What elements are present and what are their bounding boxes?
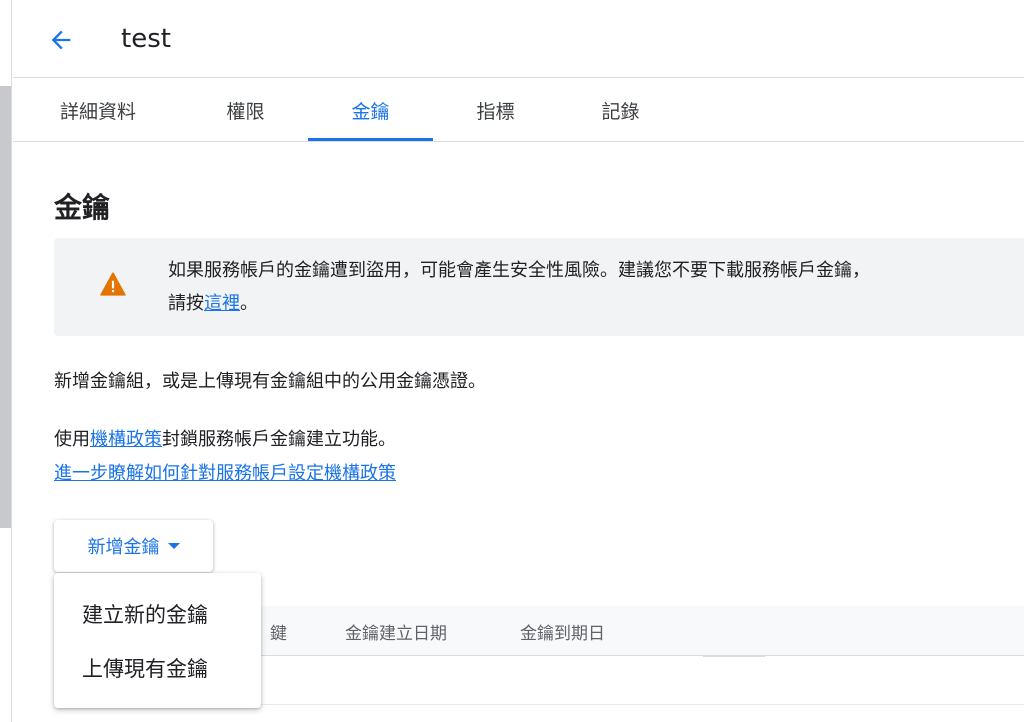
menu-item-create-new-key[interactable]: 建立新的金鑰 <box>54 587 261 641</box>
arrow-back-icon <box>51 30 71 50</box>
here-link[interactable]: 這裡 <box>204 293 240 314</box>
tab-permissions[interactable]: 權限 <box>193 78 298 142</box>
org-policy-text: 使用機構政策封鎖服務帳戶金鑰建立功能。 <box>54 426 396 454</box>
learn-more-link[interactable]: 進一步瞭解如何針對服務帳戶設定機構政策 <box>54 463 396 484</box>
warning-text-line2: 請按這裡。 <box>168 288 258 320</box>
scrollbar-thumb[interactable] <box>0 86 11 528</box>
tab-bar: 詳細資料 權限 金鑰 指標 記錄 <box>13 78 1024 142</box>
learn-more-wrapper: 進一步瞭解如何針對服務帳戶設定機構政策 <box>54 460 396 488</box>
section-title: 金鑰 <box>54 191 111 224</box>
add-key-menu: 建立新的金鑰 上傳現有金鑰 <box>54 573 261 708</box>
warning-text-line1: 如果服務帳戶的金鑰遭到盜用，可能會產生安全性風險。建議您不要下載服務帳戶金鑰， <box>168 260 870 281</box>
page-title: test <box>121 24 171 54</box>
warning-prefix: 請按 <box>168 293 204 314</box>
tab-logs[interactable]: 記錄 <box>568 78 673 142</box>
org-policy-suffix: 封鎖服務帳戶金鑰建立功能。 <box>162 429 396 450</box>
warning-banner <box>54 238 1024 336</box>
menu-item-upload-existing-key[interactable]: 上傳現有金鑰 <box>54 641 261 695</box>
add-key-button[interactable]: 新增金鑰 <box>54 520 213 572</box>
keys-description: 新增金鑰組，或是上傳現有金鑰組中的公用金鑰憑證。 <box>54 371 486 392</box>
column-header-created[interactable]: 金鑰建立日期 <box>345 606 447 656</box>
org-policy-link[interactable]: 機構政策 <box>90 429 162 450</box>
warning-suffix: 。 <box>240 293 258 314</box>
tab-metrics[interactable]: 指標 <box>443 78 548 142</box>
page-header: test <box>13 0 1024 78</box>
dropdown-caret-icon <box>167 543 180 549</box>
add-key-label: 新增金鑰 <box>87 537 160 558</box>
tab-keys[interactable]: 金鑰 <box>308 78 433 142</box>
warning-icon <box>100 272 126 296</box>
left-gutter <box>0 0 12 722</box>
column-header-expires[interactable]: 金鑰到期日 <box>520 606 605 656</box>
app-root: test 詳細資料 權限 金鑰 指標 記錄 金鑰 如果服務帳戶的金鑰遭到盜用，可… <box>0 0 1024 722</box>
back-button[interactable] <box>43 22 79 58</box>
org-policy-prefix: 使用 <box>54 429 90 450</box>
table-row-divider <box>703 655 765 657</box>
active-tab-indicator <box>308 138 433 141</box>
tab-details[interactable]: 詳細資料 <box>43 78 153 142</box>
column-header-key[interactable]: 鍵 <box>270 606 287 656</box>
